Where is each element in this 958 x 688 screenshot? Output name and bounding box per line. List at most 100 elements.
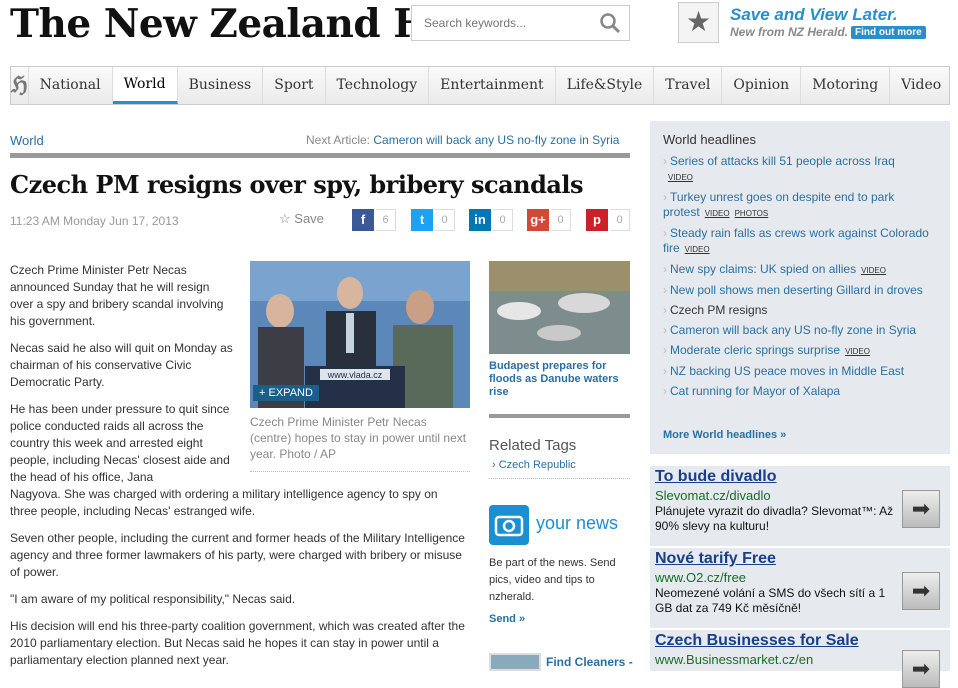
ad-title[interactable]: Czech Businesses for Sale	[655, 632, 859, 650]
expand-photo-button[interactable]: + EXPAND	[253, 385, 319, 401]
middle-rule	[489, 414, 630, 418]
send-link[interactable]: Send »	[489, 613, 525, 625]
linkedin-share[interactable]: in 0	[469, 209, 513, 233]
headline-text: Czech PM resigns	[670, 303, 768, 317]
ad-title[interactable]: To bude divadlo	[655, 468, 776, 486]
nav-travel[interactable]: Travel	[654, 67, 723, 104]
share-count: 0	[610, 209, 630, 231]
share-count: 0	[493, 209, 513, 231]
save-article-button[interactable]: ☆ Save	[279, 211, 324, 227]
video-tag[interactable]: VIDEO	[861, 266, 886, 275]
nav-opinion[interactable]: Opinion	[722, 67, 802, 104]
headline-text: Turkey unrest goes on despite end to par…	[663, 190, 895, 219]
nav-motoring[interactable]: Motoring	[801, 67, 891, 104]
more-label: More World headlines	[663, 429, 778, 441]
find-cleaners-thumbnail[interactable]	[489, 653, 541, 671]
plus-icon: +	[259, 387, 266, 399]
article-date: 11:23 AM Monday Jun 17, 2013	[10, 214, 179, 228]
headline-item[interactable]: › Steady rain falls as crews work against…	[663, 226, 938, 262]
ad-block[interactable]: Nové tarify Free www.O2.cz/free Neomezen…	[650, 548, 950, 628]
share-count: 0	[435, 209, 455, 231]
related-tag[interactable]: › Czech Republic	[492, 459, 576, 471]
star-icon[interactable]: ★	[678, 2, 719, 43]
send-label: Send	[489, 613, 516, 625]
save-later-subtitle: New from NZ Herald.	[730, 25, 849, 39]
search-input[interactable]	[412, 6, 592, 40]
nav-technology[interactable]: Technology	[326, 67, 430, 104]
video-tag[interactable]: VIDEO	[705, 209, 730, 218]
nav-lifestyle[interactable]: Life&Style	[556, 67, 655, 104]
nav-sport[interactable]: Sport	[263, 67, 326, 104]
related-tags-title: Related Tags	[489, 437, 577, 454]
save-later-title: Save and View Later.	[730, 5, 898, 24]
ad-text: Plánujete vyrazit do divadla? Slevomat™:…	[655, 504, 894, 533]
nav-video[interactable]: Video	[890, 67, 952, 104]
article-paragraph: He has been under pressure to quit since…	[10, 402, 230, 484]
flood-thumbnail[interactable]	[489, 261, 630, 354]
video-tag[interactable]: VIDEO	[845, 347, 870, 356]
more-world-headlines-link[interactable]: More World headlines »	[663, 429, 786, 441]
nav-entertainment[interactable]: Entertainment	[429, 67, 556, 104]
next-article-link[interactable]: Cameron will back any US no-fly zone in …	[373, 133, 619, 147]
pinterest-icon: p	[586, 209, 608, 231]
save-label: Save	[294, 211, 324, 226]
twitter-share[interactable]: t0	[411, 209, 455, 233]
video-tag[interactable]: VIDEO	[668, 173, 693, 182]
article-paragraph: Seven other people, including the curren…	[10, 531, 465, 579]
tags-divider	[489, 478, 630, 479]
tag-label: Czech Republic	[498, 459, 576, 471]
nav-business[interactable]: Business	[178, 67, 264, 104]
find-out-more-button[interactable]: Find out more	[851, 26, 926, 39]
googleplus-share[interactable]: g+ 0	[527, 209, 571, 233]
headline-text: New poll shows men deserting Gillard in …	[670, 283, 923, 297]
article-paragraph: His decision will end his three-party co…	[10, 619, 465, 667]
headline-item[interactable]: › New poll shows men deserting Gillard in…	[663, 283, 938, 303]
arrow-right-icon[interactable]: ➡	[902, 572, 940, 610]
headline-text: Series of attacks kill 51 people across …	[670, 154, 895, 168]
photos-tag[interactable]: PHOTOS	[735, 209, 769, 218]
headline-item[interactable]: › Cameron will back any US no-fly zone in…	[663, 323, 938, 343]
headline-text: Moderate cleric springs surprise	[670, 343, 841, 357]
ad-url[interactable]: www.O2.cz/free	[655, 570, 746, 585]
headline-text: Cat running for Mayor of Xalapa	[670, 384, 841, 398]
search-box[interactable]	[411, 5, 630, 41]
article-paragraph: Necas said he also will quit on Monday a…	[10, 341, 233, 389]
your-news-text: Be part of the news. Send pics, video an…	[489, 557, 616, 603]
headline-item[interactable]: › Cat running for Mayor of Xalapa	[663, 384, 938, 404]
headline-item[interactable]: › Series of attacks kill 51 people across…	[663, 154, 938, 190]
headline-text: Cameron will back any US no-fly zone in …	[670, 323, 917, 337]
nav-world[interactable]: World	[112, 67, 178, 104]
ad-block[interactable]: Czech Businesses for Sale www.Businessma…	[650, 630, 950, 688]
ad-url[interactable]: Slevomat.cz/divadlo	[655, 488, 771, 503]
headline-item-current: › Czech PM resigns	[663, 303, 768, 317]
video-tag[interactable]: VIDEO	[685, 245, 710, 254]
ad-block[interactable]: To bude divadlo Slevomat.cz/divadlo Plán…	[650, 466, 950, 546]
facebook-share[interactable]: f6	[352, 209, 396, 233]
find-cleaners-link[interactable]: Find Cleaners -	[546, 655, 633, 669]
photo-sign: www.vlada.cz	[327, 370, 383, 380]
section-breadcrumb[interactable]: World	[10, 133, 44, 148]
star-outline-icon: ☆	[279, 211, 291, 226]
googleplus-icon: g+	[527, 209, 549, 231]
headline-item[interactable]: › New spy claims: UK spied on allies VIDEO	[663, 262, 938, 283]
article-headline: Czech PM resigns over spy, bribery scand…	[10, 170, 584, 199]
nav-national[interactable]: National	[29, 67, 113, 104]
camera-icon[interactable]	[489, 505, 529, 545]
world-headlines-list: › Series of attacks kill 51 people across…	[663, 154, 938, 404]
pinterest-share[interactable]: p0	[586, 209, 630, 233]
home-icon[interactable]: ℌ	[11, 67, 29, 104]
search-icon[interactable]	[599, 12, 621, 34]
headline-item[interactable]: › Turkey unrest goes on despite end to pa…	[663, 190, 938, 226]
ad-url[interactable]: www.Businessmarket.cz/en	[655, 652, 813, 667]
article-paragraph: "I am aware of my political responsibili…	[10, 592, 296, 606]
headline-item[interactable]: › NZ backing US peace moves in Middle Eas…	[663, 364, 938, 384]
article-paragraph: Nagyova. She was charged with ordering a…	[10, 487, 438, 518]
headline-item[interactable]: › Moderate cleric springs surprise VIDEO	[663, 343, 938, 364]
facebook-icon: f	[352, 209, 374, 231]
arrow-right-icon[interactable]: ➡	[902, 650, 940, 688]
your-news-title[interactable]: your news	[536, 513, 618, 534]
double-chevron-icon: »	[780, 429, 787, 441]
ad-title[interactable]: Nové tarify Free	[655, 550, 776, 568]
flood-story-link[interactable]: Budapest prepares for floods as Danube w…	[489, 360, 630, 399]
arrow-right-icon[interactable]: ➡	[902, 490, 940, 528]
